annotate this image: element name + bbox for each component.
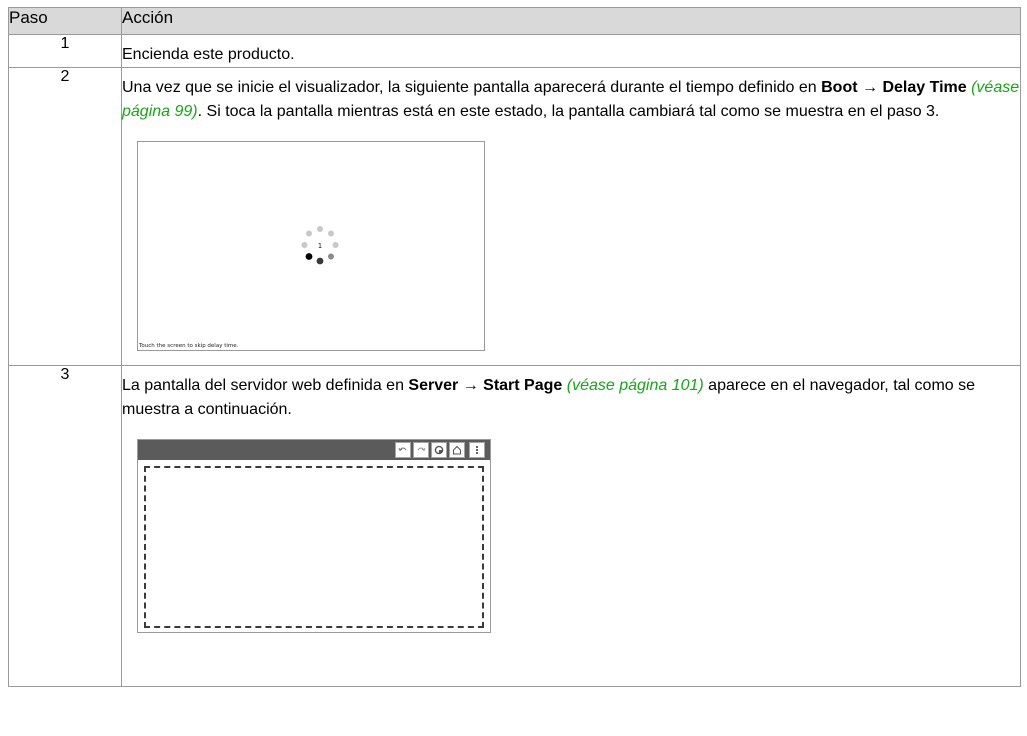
table-row: 1 Encienda este producto. xyxy=(8,34,1021,68)
browser-illustration xyxy=(137,439,491,633)
table-header-row: Paso Acción xyxy=(8,7,1021,35)
boot-screen-illustration: 1 Touch the screen to skip delay time. xyxy=(137,141,485,351)
menu-delay-time: Delay Time xyxy=(882,79,967,96)
header-action: Acción xyxy=(121,7,1021,35)
web-content-area xyxy=(144,466,484,628)
arrow: → xyxy=(458,377,484,394)
table-row: 3 La pantalla del servidor web definida … xyxy=(8,365,1021,687)
text-part: . Si toca la pantalla mientras está en e… xyxy=(197,103,940,120)
steps-table: Paso Acción 1 Encienda este producto. 2 … xyxy=(8,7,1021,687)
action-text: Una vez que se inicie el visualizador, l… xyxy=(122,68,1020,124)
text-part: La pantalla del servidor web definida en xyxy=(122,377,409,394)
step-action: La pantalla del servidor web definida en… xyxy=(121,365,1021,687)
step-action: Encienda este producto. xyxy=(121,34,1021,68)
step-number: 2 xyxy=(8,67,122,366)
action-text: Encienda este producto. xyxy=(122,46,295,63)
spinner-number: 1 xyxy=(318,242,322,250)
action-text: La pantalla del servidor web definida en… xyxy=(122,366,1020,422)
step-action: Una vez que se inicie el visualizador, l… xyxy=(121,67,1021,366)
menu-server: Server xyxy=(408,377,459,394)
back-icon xyxy=(395,442,411,458)
step-number: 1 xyxy=(8,34,122,68)
home-icon xyxy=(449,442,465,458)
page-link[interactable]: (véase página 101) xyxy=(567,377,704,394)
menu-boot: Boot xyxy=(821,79,858,96)
more-icon xyxy=(469,442,485,458)
arrow: → xyxy=(857,79,883,96)
text-part: Una vez que se inicie el visualizador, l… xyxy=(122,79,822,96)
header-step: Paso xyxy=(8,7,122,35)
boot-caption: Touch the screen to skip delay time. xyxy=(139,343,239,349)
step-number: 3 xyxy=(8,365,122,687)
browser-toolbar xyxy=(138,440,490,460)
loading-spinner-icon: 1 xyxy=(301,226,339,265)
table-row: 2 Una vez que se inicie el visualizador,… xyxy=(8,67,1021,366)
settings-icon xyxy=(431,442,447,458)
forward-icon xyxy=(413,442,429,458)
menu-start-page: Start Page xyxy=(483,377,563,394)
